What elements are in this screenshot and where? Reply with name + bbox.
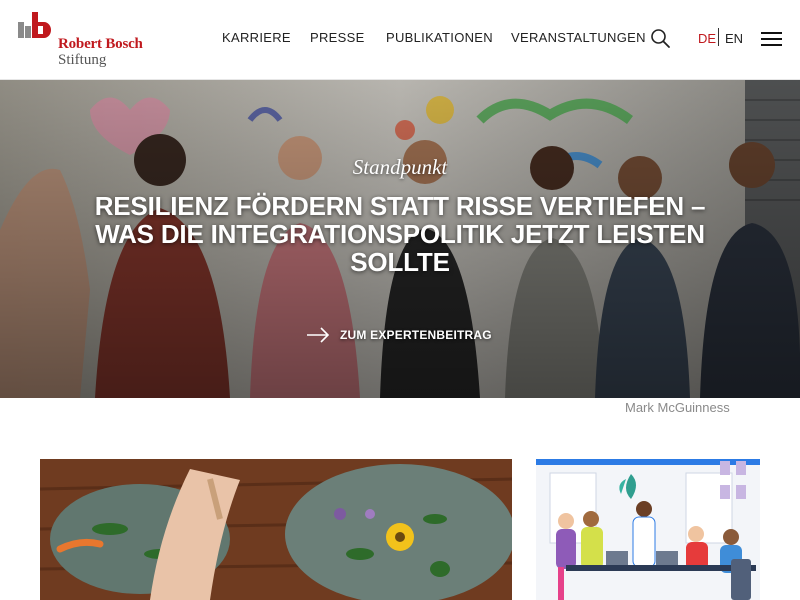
nav-item-veranstaltungen[interactable]: VERANSTALTUNGEN: [511, 30, 646, 45]
language-divider: [718, 28, 719, 46]
search-button[interactable]: [650, 28, 672, 50]
teaser-card-image-right[interactable]: [536, 459, 760, 600]
nav-item-publikationen[interactable]: PUBLIKATIONEN: [386, 30, 493, 45]
language-de[interactable]: DE: [698, 31, 716, 46]
site-header: Robert Bosch Stiftung KARRIERE PRESSE PU…: [0, 0, 800, 80]
hero-cta-link[interactable]: ZUM EXPERTENBEITRAG: [306, 324, 492, 346]
teaser-card-image-left[interactable]: [40, 459, 512, 600]
logo-name: Robert Bosch: [58, 36, 143, 52]
nav-item-karriere[interactable]: KARRIERE: [222, 30, 291, 45]
language-en[interactable]: EN: [725, 31, 743, 46]
hamburger-menu-icon: [761, 32, 782, 34]
site-logo[interactable]: Robert Bosch Stiftung: [18, 12, 168, 68]
photo-credit: Mark McGuinness: [625, 400, 730, 415]
hero-cta-label: ZUM EXPERTENBEITRAG: [340, 328, 492, 342]
hamburger-line: [761, 38, 782, 40]
menu-button[interactable]: [761, 32, 783, 48]
hero-title[interactable]: Resilienz fördern statt Risse vertiefen …: [70, 192, 730, 276]
hero-kicker: Standpunkt: [352, 155, 448, 179]
logo-mark-icon: [18, 12, 51, 38]
nav-item-presse[interactable]: PRESSE: [310, 30, 365, 45]
hero-banner[interactable]: Standpunkt Resilienz fördern statt Risse…: [0, 80, 800, 398]
herbs-on-leaves-photo: [40, 459, 512, 600]
office-team-illustration: [536, 459, 760, 600]
arrow-right-icon: [307, 327, 330, 343]
logo-subname: Stiftung: [58, 52, 107, 68]
search-icon: [651, 29, 670, 48]
hamburger-line: [761, 44, 782, 46]
